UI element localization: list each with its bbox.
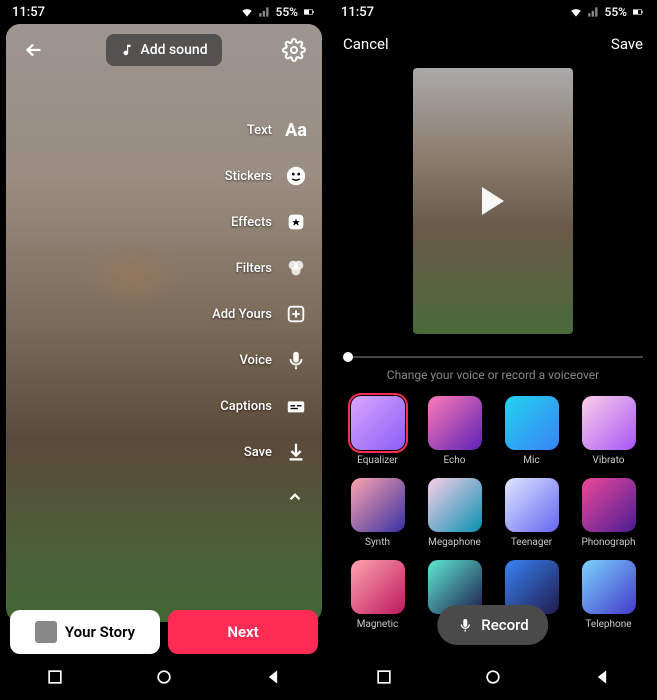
effect-mic[interactable]: Mic [497, 396, 566, 466]
timeline-scrubber[interactable] [343, 356, 643, 358]
nav-back[interactable] [263, 667, 283, 691]
effect-icon [582, 396, 636, 450]
next-button[interactable]: Next [168, 610, 318, 654]
effect-icon [428, 396, 482, 450]
battery-icon [631, 5, 645, 19]
effect-icon [351, 478, 405, 532]
effect-icon [351, 396, 405, 450]
cancel-button[interactable]: Cancel [343, 35, 389, 53]
android-nav-bar [329, 658, 657, 700]
wifi-icon [240, 5, 254, 19]
effect-teenager[interactable]: Teenager [497, 478, 566, 548]
plus-box-icon [282, 300, 310, 328]
collapse-tools-button[interactable] [212, 488, 310, 506]
effect-label: Vibrato [593, 455, 625, 466]
effect-telephone[interactable]: Telephone [574, 560, 643, 630]
tool-text[interactable]: Text Aa [212, 116, 310, 144]
mic-icon [457, 617, 473, 633]
filters-icon [282, 254, 310, 282]
your-story-button[interactable]: Your Story [10, 610, 160, 654]
android-nav-bar [0, 658, 328, 700]
status-bar: 11:57 55% [329, 0, 657, 24]
effect-icon [505, 478, 559, 532]
effect-phonograph[interactable]: Phonograph [574, 478, 643, 548]
nav-home[interactable] [483, 667, 503, 691]
download-icon [282, 438, 310, 466]
battery-text: 55% [276, 5, 298, 19]
effect-magnetic[interactable]: Magnetic [343, 560, 412, 630]
voice-screen: 11:57 55% Cancel Save Change your voice … [329, 0, 657, 700]
effect-icon [428, 478, 482, 532]
status-time: 11:57 [341, 5, 374, 20]
tool-voice[interactable]: Voice [212, 346, 310, 374]
tool-add-yours[interactable]: Add Yours [212, 300, 310, 328]
effect-label: Phonograph [581, 537, 635, 548]
battery-text: 55% [605, 5, 627, 19]
back-button[interactable] [18, 34, 50, 66]
status-time: 11:57 [12, 5, 45, 20]
tool-stickers[interactable]: Stickers [212, 162, 310, 190]
effect-label: Magnetic [357, 619, 399, 630]
effect-label: Telephone [585, 619, 631, 630]
effect-label: Mic [523, 455, 539, 466]
effect-icon [351, 560, 405, 614]
effect-echo[interactable]: Echo [420, 396, 489, 466]
voice-effects-grid: Equalizer Echo Mic Vibrato Synth Megaphone Tee… [329, 396, 657, 630]
status-bar: 11:57 55% [0, 0, 328, 24]
nav-recents[interactable] [45, 667, 65, 691]
text-icon: Aa [282, 116, 310, 144]
effect-label: Echo [443, 455, 465, 466]
effect-label: Equalizer [357, 455, 398, 466]
effect-vibrato[interactable]: Vibrato [574, 396, 643, 466]
tool-save[interactable]: Save [212, 438, 310, 466]
effect-label: Teenager [511, 537, 552, 548]
side-tools: Text Aa Stickers Effects Filters Add You… [212, 116, 310, 506]
story-thumbnail [35, 621, 57, 643]
effect-icon [505, 396, 559, 450]
nav-recents[interactable] [374, 667, 394, 691]
mic-icon [282, 346, 310, 374]
tool-filters[interactable]: Filters [212, 254, 310, 282]
record-button[interactable]: Record [437, 605, 548, 645]
tool-captions[interactable]: Captions [212, 392, 310, 420]
effect-icon [582, 560, 636, 614]
effect-label: Megaphone [428, 537, 481, 548]
effect-icon [582, 478, 636, 532]
effects-icon [282, 208, 310, 236]
tool-effects[interactable]: Effects [212, 208, 310, 236]
gear-icon [282, 38, 306, 62]
battery-icon [302, 5, 316, 19]
save-button[interactable]: Save [611, 35, 643, 53]
add-sound-button[interactable]: Add sound [106, 34, 221, 66]
chevron-up-icon [286, 488, 304, 506]
sticker-icon [282, 162, 310, 190]
hint-text: Change your voice or record a voiceover [329, 368, 657, 382]
play-icon [482, 187, 504, 215]
editor-screen: 11:57 55% Add sound Text Aa [0, 0, 328, 700]
effect-label: Synth [365, 537, 390, 548]
nav-home[interactable] [154, 667, 174, 691]
captions-icon [282, 392, 310, 420]
video-canvas: Add sound Text Aa Stickers Effects Filte… [6, 24, 322, 622]
effect-megaphone[interactable]: Megaphone [420, 478, 489, 548]
settings-button[interactable] [278, 34, 310, 66]
signal-icon [587, 5, 601, 19]
signal-icon [258, 5, 272, 19]
effect-equalizer[interactable]: Equalizer [343, 396, 412, 466]
nav-back[interactable] [592, 667, 612, 691]
effect-synth[interactable]: Synth [343, 478, 412, 548]
music-note-icon [120, 43, 134, 57]
video-preview[interactable] [413, 68, 573, 334]
wifi-icon [569, 5, 583, 19]
